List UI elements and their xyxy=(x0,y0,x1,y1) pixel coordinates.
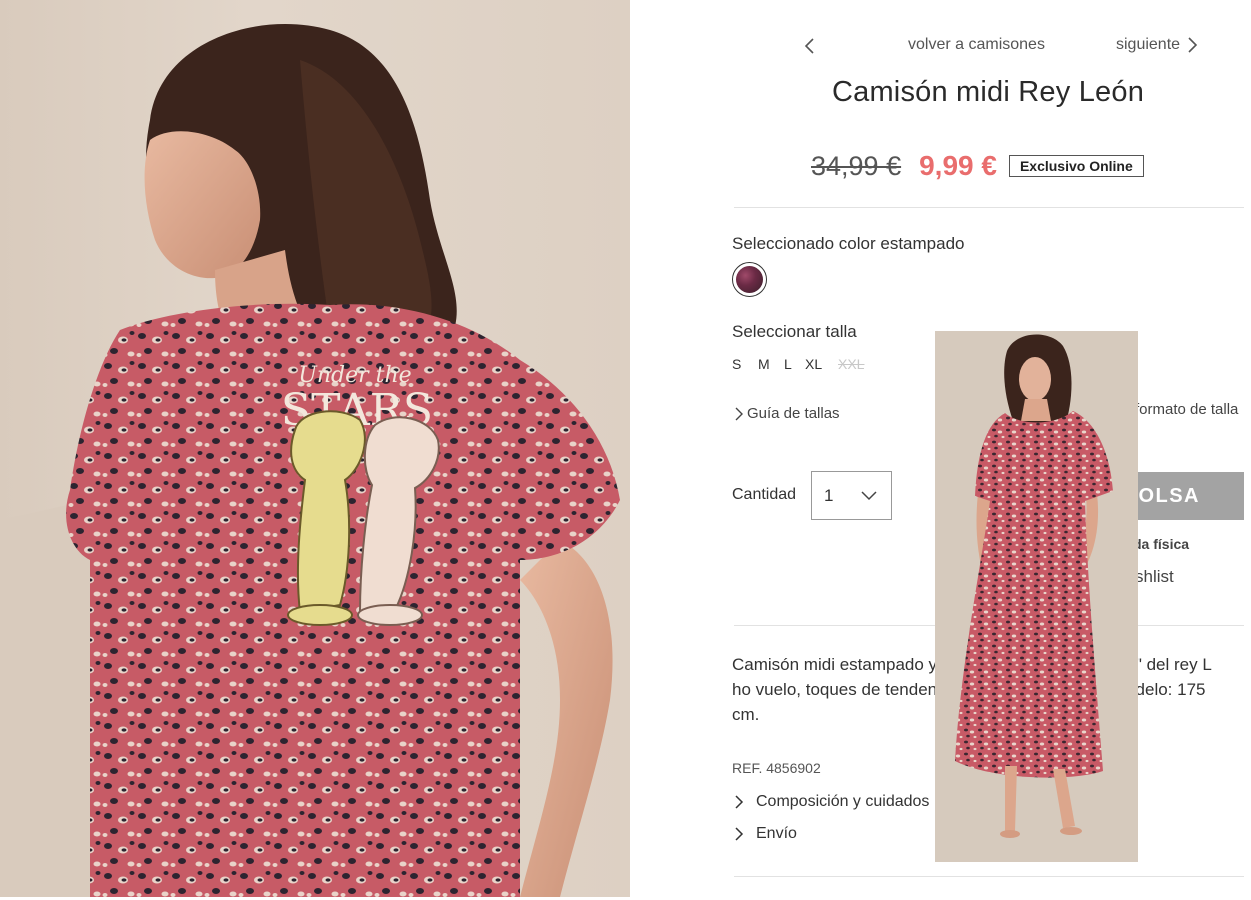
size-option-l[interactable]: L xyxy=(784,356,805,372)
quantity-value: 1 xyxy=(824,485,834,505)
back-to-category-link[interactable]: volver a camisones xyxy=(908,36,1045,54)
accordion-composition[interactable]: Composición y cuidados xyxy=(734,793,929,811)
previous-product-button[interactable] xyxy=(800,36,820,56)
add-to-bag-button[interactable]: BOLSA xyxy=(1125,472,1244,520)
accordion-shipping[interactable]: Envío xyxy=(734,825,797,843)
online-exclusive-badge: Exclusivo Online xyxy=(1008,155,1144,177)
product-reference: REF. 4856902 xyxy=(732,760,821,776)
divider xyxy=(734,876,1244,877)
product-preview-thumbnail[interactable] xyxy=(935,331,1138,862)
size-guide-label: Guía de tallas xyxy=(747,405,840,422)
chevron-right-icon xyxy=(1188,37,1198,53)
size-option-xl[interactable]: XL xyxy=(805,356,838,372)
chevron-left-icon xyxy=(804,38,814,54)
product-main-image[interactable]: Under the STARS xyxy=(0,0,630,897)
price-block: 34,99 € 9,99 € Exclusivo Online xyxy=(811,150,1144,182)
accordion-composition-label: Composición y cuidados xyxy=(756,793,930,810)
sale-price: 9,99 € xyxy=(919,150,997,181)
quantity-select[interactable]: 1 xyxy=(811,471,892,520)
chevron-right-icon xyxy=(735,827,744,841)
model-front-photo xyxy=(935,331,1138,862)
chevron-right-icon xyxy=(735,795,744,809)
product-title: Camisón midi Rey León xyxy=(831,76,1145,108)
next-label: siguiente xyxy=(1116,36,1181,53)
quantity-label: Cantidad xyxy=(732,486,797,503)
wishlist-link[interactable]: shlist xyxy=(1135,567,1174,587)
size-format-link[interactable]: formato de talla xyxy=(1135,401,1238,418)
size-option-s[interactable]: S xyxy=(732,356,758,372)
find-in-store-link[interactable]: da física xyxy=(1133,536,1189,552)
color-label: Seleccionado color estampado xyxy=(732,234,965,253)
original-price: 34,99 € xyxy=(811,150,902,181)
size-option-xxl: XXL xyxy=(838,356,865,372)
next-product-button[interactable]: siguiente xyxy=(1116,36,1200,54)
chevron-right-icon xyxy=(735,407,743,420)
accordion-shipping-label: Envío xyxy=(756,825,797,842)
size-selector: S M L XL XXL xyxy=(732,356,864,372)
chevron-down-icon xyxy=(861,490,877,500)
model-back-photo: Under the STARS xyxy=(0,24,620,897)
size-guide-link[interactable]: Guía de tallas xyxy=(734,405,840,422)
color-swatch-estampado[interactable] xyxy=(732,262,767,297)
size-label: Seleccionar talla xyxy=(732,322,857,341)
divider xyxy=(734,207,1244,208)
swatch-fill xyxy=(736,266,763,293)
size-option-m[interactable]: M xyxy=(758,356,784,372)
